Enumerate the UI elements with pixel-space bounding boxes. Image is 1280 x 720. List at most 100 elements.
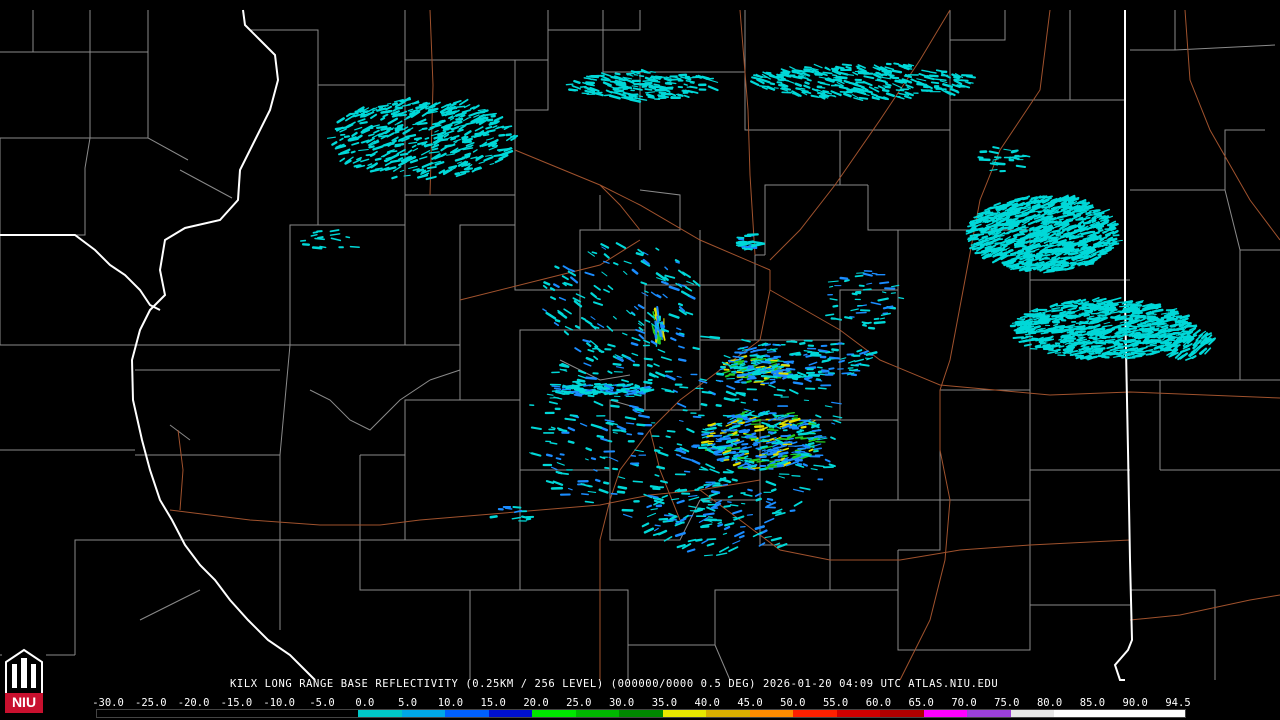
echo-mark	[1037, 205, 1044, 209]
colorbar-segment	[488, 710, 533, 717]
echo-mark	[662, 293, 668, 299]
echo-mark	[553, 387, 562, 391]
echo-mark	[688, 505, 697, 508]
echo-mark	[754, 359, 765, 363]
echo-mark	[607, 370, 613, 374]
echo-mark	[1068, 307, 1077, 311]
echo-mark	[838, 359, 845, 364]
echo-mark	[630, 454, 637, 457]
echo-mark	[626, 433, 633, 436]
echo-mark	[806, 78, 812, 82]
echo-mark	[345, 236, 351, 239]
echo-mark	[558, 428, 568, 432]
echo-mark	[593, 355, 599, 361]
echo-mark	[353, 164, 361, 168]
scale-label: 50.0	[780, 697, 806, 709]
echo-mark	[753, 240, 766, 245]
echo-mark	[971, 246, 983, 251]
echo-mark	[409, 158, 419, 164]
echo-mark	[653, 363, 660, 367]
echo-mark	[403, 174, 411, 177]
echo-mark	[668, 285, 680, 292]
echo-mark	[646, 512, 657, 518]
echo-mark	[1010, 149, 1018, 154]
echo-mark	[1015, 321, 1024, 325]
echo-mark	[753, 380, 764, 383]
echo-mark	[366, 126, 374, 130]
echo-mark	[486, 138, 492, 141]
echo-mark	[773, 393, 783, 397]
echo-mark	[613, 262, 619, 266]
echo-mark	[1044, 264, 1051, 269]
echo-mark	[993, 202, 1001, 207]
echo-mark	[579, 85, 587, 88]
echo-mark	[603, 253, 610, 259]
echo-mark	[492, 125, 498, 129]
echo-mark	[606, 439, 613, 443]
echo-mark	[612, 316, 617, 320]
echo-mark	[394, 143, 405, 147]
echo-mark	[370, 113, 378, 119]
echo-mark	[789, 351, 801, 356]
echo-mark	[1054, 352, 1062, 354]
echo-mark	[1055, 268, 1067, 272]
echo-mark	[384, 157, 391, 163]
echo-mark	[761, 451, 769, 455]
echo-mark	[405, 133, 417, 139]
echo-mark	[638, 414, 650, 419]
echo-mark	[723, 398, 730, 401]
echo-mark	[585, 447, 593, 452]
echo-mark	[603, 481, 610, 485]
echo-mark	[766, 498, 774, 501]
echo-mark	[355, 134, 363, 140]
echo-mark	[984, 208, 989, 212]
echo-mark	[1080, 246, 1092, 250]
echo-mark	[725, 434, 731, 438]
echo-mark	[542, 308, 547, 312]
scale-label: 94.5	[1165, 697, 1191, 709]
echo-mark	[717, 424, 723, 427]
echo-mark	[1091, 355, 1098, 359]
colorbar-segment	[836, 710, 881, 717]
echo-mark	[797, 371, 807, 377]
echo-mark	[750, 357, 759, 361]
echo-mark	[882, 85, 890, 87]
echo-mark	[663, 514, 675, 517]
echo-mark	[862, 272, 873, 277]
echo-mark	[810, 95, 820, 99]
echo-mark	[1085, 254, 1091, 258]
echo-mark	[459, 170, 470, 174]
echo-mark	[881, 73, 888, 77]
echo-mark	[743, 408, 752, 412]
colorbar-segment	[97, 710, 141, 717]
echo-mark	[368, 145, 375, 149]
echo-mark	[567, 426, 576, 432]
colorbar-segment	[575, 710, 620, 717]
echo-mark	[751, 467, 761, 470]
echo-mark	[472, 149, 478, 153]
echo-mark	[760, 445, 768, 449]
echo-mark	[718, 546, 730, 553]
echo-mark	[331, 141, 338, 146]
echo-mark	[1023, 219, 1029, 222]
echo-mark	[444, 130, 455, 135]
echo-mark	[724, 374, 730, 378]
echo-mark	[482, 133, 490, 137]
echo-mark	[1058, 308, 1063, 312]
echo-mark	[600, 437, 608, 442]
echo-mark	[569, 390, 582, 394]
echo-mark	[679, 386, 689, 389]
echo-mark	[850, 364, 859, 367]
echo-mark	[779, 73, 789, 77]
echo-mark	[790, 340, 798, 343]
echo-mark	[488, 146, 498, 151]
echo-mark	[586, 391, 592, 395]
echo-mark	[813, 63, 823, 69]
echo-mark	[815, 378, 822, 381]
echo-mark	[877, 85, 886, 90]
echo-mark	[614, 90, 625, 93]
echo-mark	[863, 89, 873, 94]
echo-mark	[401, 104, 411, 107]
echo-mark	[655, 247, 660, 251]
echo-mark	[1145, 330, 1152, 333]
